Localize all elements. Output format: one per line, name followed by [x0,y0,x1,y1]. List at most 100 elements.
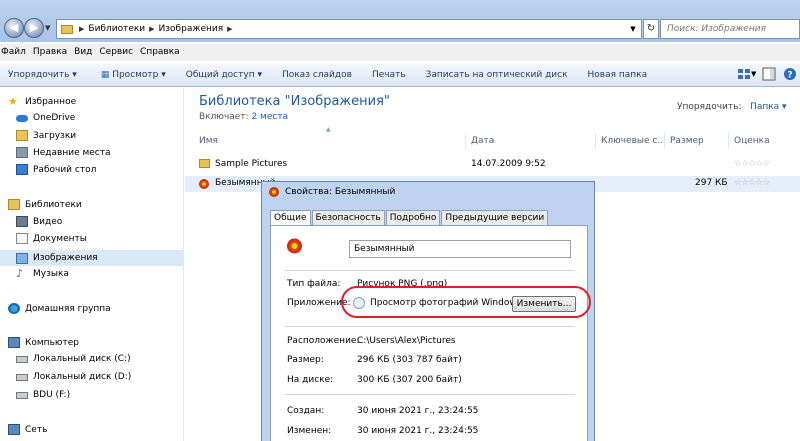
print-button[interactable]: Печать [362,70,416,80]
search-input[interactable]: Поиск: Изображения [660,19,800,39]
hard-drive-icon [16,355,28,363]
folder-icon [199,159,210,168]
nav-computer[interactable]: Компьютер [8,337,79,348]
highlight-oval [341,286,591,318]
address-history-chevron-icon[interactable]: ▼ [626,21,640,37]
nav-documents[interactable]: Документы [16,233,87,244]
rating-stars[interactable]: ☆☆☆☆☆ [734,159,770,169]
menu-bar: Файл Правка Вид Сервис Справка [0,44,800,61]
menu-edit[interactable]: Правка [33,44,74,61]
tab-general[interactable]: Общие [270,210,311,225]
table-row[interactable]: Sample Pictures 14.07.2009 9:52 ☆☆☆☆☆ [185,157,800,173]
location-value: C:\Users\Alex\Pictures [357,336,456,346]
properties-dialog: Свойства: Безымянный Общие Безопасность … [261,181,595,441]
menu-file[interactable]: Файл [1,44,33,61]
burn-button[interactable]: Записать на оптический диск [416,70,578,80]
organize-button[interactable]: Упорядочить ▾ [0,70,87,80]
nav-disk-c-label: Локальный диск (C:) [33,354,131,364]
nav-disk-d[interactable]: Локальный диск (D:) [16,372,131,382]
png-file-icon [198,178,212,190]
forward-button[interactable]: ▶ [24,18,44,38]
breadcrumb-libraries[interactable]: Библиотеки [88,24,145,34]
nav-homegroup[interactable]: Домашняя группа [8,303,111,314]
size-value: 296 КБ (303 787 байт) [357,355,462,365]
chevron-right-icon[interactable]: ▶ [227,25,232,33]
column-size[interactable]: Размер [670,136,704,146]
nav-downloads[interactable]: Загрузки [16,130,76,141]
size-label: Размер: [287,355,324,365]
nav-bdu-label: BDU (F:) [33,390,71,400]
nav-network[interactable]: Сеть [8,424,47,435]
breadcrumb-images[interactable]: Изображения [159,24,224,34]
divider [285,394,575,395]
star-icon: ★ [8,95,18,108]
dialog-titlebar[interactable]: Свойства: Безымянный [268,186,395,198]
column-name[interactable]: Имя [199,136,218,146]
nav-music[interactable]: ♪ Музыка [16,268,69,279]
menu-view[interactable]: Вид [74,44,99,61]
general-tab-panel: Безымянный Тип файла: Рисунок PNG (.png)… [270,225,591,441]
nav-video[interactable]: Видео [16,216,62,227]
slideshow-button[interactable]: Показ слайдов [272,70,362,80]
chevron-right-icon[interactable]: ▶ [149,25,154,33]
nav-recent[interactable]: Недавние места [16,147,111,158]
row-date: 14.07.2009 9:52 [471,159,546,169]
column-rating[interactable]: Оценка [734,136,770,146]
divider [285,326,575,327]
pictures-icon [16,252,28,264]
nav-downloads-label: Загрузки [33,130,77,141]
view-options-icon[interactable] [737,67,751,81]
png-file-icon [268,186,282,198]
tab-details[interactable]: Подробно [385,210,441,225]
tab-security[interactable]: Безопасность [311,210,385,225]
share-button[interactable]: Общий доступ ▾ [176,70,272,80]
network-icon [8,424,20,435]
nav-bdu[interactable]: BDU (F:) [16,390,70,400]
menu-help[interactable]: Справка [140,44,187,61]
column-tags[interactable]: Ключевые с... [601,136,666,146]
nav-disk-c[interactable]: Локальный диск (C:) [16,354,131,364]
created-value: 30 июня 2021 г., 23:24:55 [357,406,479,416]
preview-button[interactable]: ▦ Просмотр ▾ [87,70,176,80]
row-name: Sample Pictures [215,159,288,169]
tab-previous-versions[interactable]: Предыдущие версии [441,210,549,225]
menu-tools[interactable]: Сервис [99,44,140,61]
column-divider[interactable] [465,133,466,149]
column-date[interactable]: Дата [471,136,494,146]
address-field[interactable]: ▶ Библиотеки ▶ Изображения ▶ [56,19,642,39]
nav-network-label: Сеть [25,424,48,435]
nav-computer-label: Компьютер [25,337,79,348]
library-includes: Включает: 2 места [199,112,288,122]
rating-stars[interactable]: ☆☆☆☆☆ [734,178,770,188]
includes-locations-link[interactable]: 2 места [251,112,288,122]
hard-drive-icon [16,373,28,381]
column-divider[interactable] [728,133,729,149]
nav-images[interactable]: Изображения [0,250,183,266]
nav-libraries[interactable]: Библиотеки [8,199,82,210]
nav-onedrive[interactable]: OneDrive [16,113,75,123]
music-icon: ♪ [16,267,24,280]
computer-icon [8,337,20,348]
disk-size-label: На диске: [287,375,334,385]
new-folder-button[interactable]: Новая папка [578,70,658,80]
nav-libraries-label: Библиотеки [25,199,82,210]
nav-desktop[interactable]: Рабочий стол [16,164,96,175]
column-divider[interactable] [595,133,596,149]
preview-pane-icon[interactable] [762,67,776,81]
back-button[interactable]: ◀ [4,18,24,38]
chevron-right-icon[interactable]: ▶ [79,25,84,33]
library-title: Библиотека "Изображения" [199,94,390,109]
filename-field[interactable]: Безымянный [349,240,571,258]
downloads-icon [16,130,28,141]
nav-favorites-label: Избранное [25,96,77,107]
help-icon[interactable]: ? [783,67,797,81]
libraries-icon [8,199,20,210]
nav-favorites[interactable]: ★ Избранное [8,96,76,107]
recent-pages-chevron-icon[interactable]: ▼ [45,24,50,32]
nav-homegroup-label: Домашняя группа [25,303,111,314]
column-divider[interactable] [664,133,665,149]
svg-text:?: ? [787,71,792,81]
row-size: 297 КБ [695,178,728,188]
arrange-dropdown[interactable]: Папка ▾ [750,102,787,112]
refresh-icon[interactable]: ↻ [643,19,659,39]
